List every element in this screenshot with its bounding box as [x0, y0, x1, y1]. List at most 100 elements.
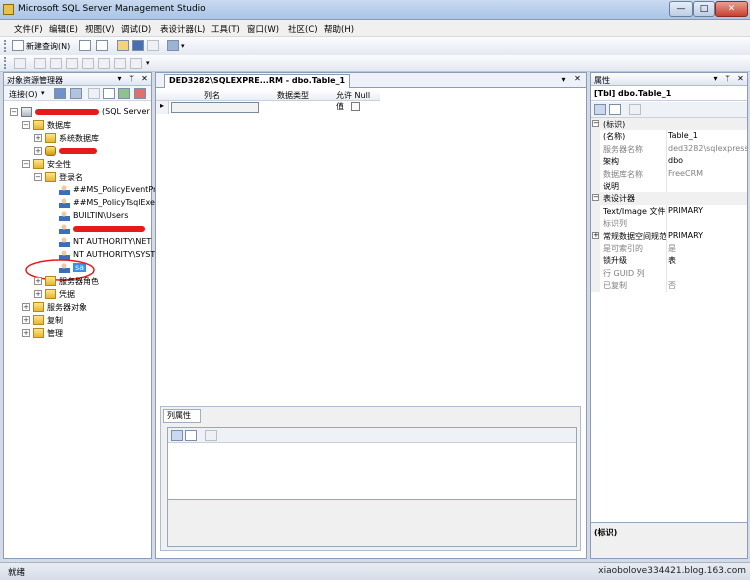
check-constraints-icon[interactable] — [114, 58, 126, 69]
property-row[interactable]: 数据库名称 FreeCRM — [591, 167, 747, 180]
expand-icon[interactable]: + — [22, 329, 30, 337]
row-selector[interactable]: ▸ — [156, 101, 169, 114]
property-category[interactable]: − 表设计器 — [591, 192, 747, 205]
column-properties-description — [168, 499, 576, 546]
property-row[interactable]: (名称) Table_1 — [591, 130, 747, 143]
expand-icon[interactable]: + — [22, 303, 30, 311]
alphabetical-icon[interactable] — [185, 430, 197, 441]
set-primary-key-icon[interactable] — [34, 58, 46, 69]
open-folder-icon[interactable] — [117, 40, 129, 51]
database-engine-query-icon[interactable] — [79, 40, 91, 51]
new-file-icon[interactable] — [96, 40, 108, 51]
menu-edit[interactable]: 编辑(E) — [49, 23, 78, 35]
property-category[interactable]: − (标识) — [591, 118, 747, 131]
toolbar-grip[interactable] — [4, 40, 7, 52]
property-row[interactable]: Text/Image 文件组PRIMARY — [591, 204, 747, 218]
expand-icon[interactable]: + — [34, 277, 42, 285]
property-separator — [666, 254, 667, 267]
xml-index-icon[interactable] — [98, 58, 110, 69]
property-name: 架构 — [603, 157, 619, 167]
property-pages-icon[interactable] — [629, 104, 641, 115]
tree-server-roles-label: 服务器角色 — [59, 277, 99, 286]
connect-button[interactable]: 连接(O) — [9, 89, 38, 100]
toolbar-overflow-icon[interactable]: ▾ — [181, 42, 185, 50]
tree-login-item-redacted[interactable] — [48, 223, 148, 236]
close-icon[interactable]: ✕ — [140, 74, 149, 83]
close-icon[interactable]: ✕ — [736, 74, 745, 83]
stop-icon[interactable] — [88, 88, 100, 99]
column-name-cell[interactable] — [171, 102, 259, 113]
indexes-icon[interactable] — [66, 58, 78, 69]
alphabetical-icon[interactable] — [609, 104, 621, 115]
expand-icon[interactable]: + — [34, 147, 42, 155]
property-row[interactable]: 锁升级 表 — [591, 254, 747, 267]
property-row[interactable]: 说明 — [591, 180, 747, 193]
menu-file[interactable]: 文件(F) — [14, 23, 43, 35]
menu-table-designer[interactable]: 表设计器(L) — [160, 23, 205, 35]
save-all-icon[interactable] — [147, 40, 159, 51]
expand-icon[interactable]: + — [34, 134, 42, 142]
allow-null-checkbox[interactable] — [351, 102, 360, 111]
document-tab[interactable]: DED3282\SQLEXPRE...RM - dbo.Table_1 — [164, 74, 351, 88]
menu-window[interactable]: 窗口(W) — [247, 23, 279, 35]
minimize-button[interactable]: — — [669, 1, 693, 17]
toolbar-overflow-icon[interactable]: ▾ — [146, 59, 150, 67]
tab-list-dropdown-icon[interactable]: ▾ — [559, 75, 568, 84]
collapse-icon[interactable]: − — [10, 108, 18, 116]
property-row[interactable]: 标识列 — [591, 217, 747, 230]
tree-user-database-node[interactable]: + — [34, 145, 114, 158]
panel-dropdown-icon[interactable]: ▾ — [711, 74, 720, 83]
maximize-button[interactable]: □ — [693, 1, 715, 17]
categorized-icon[interactable] — [171, 430, 183, 441]
collapse-icon[interactable]: − — [592, 120, 599, 127]
property-row[interactable]: 已复制 否 — [591, 279, 747, 292]
login-user-icon — [59, 224, 70, 234]
property-row[interactable]: 行 GUID 列 — [591, 266, 747, 280]
collapse-icon[interactable]: − — [592, 194, 599, 202]
generate-script-icon[interactable] — [14, 58, 26, 69]
panel-dropdown-icon[interactable]: ▾ — [115, 74, 124, 83]
expand-icon[interactable]: + — [34, 290, 42, 298]
expand-icon[interactable]: + — [592, 231, 599, 239]
redacted-server-name — [35, 109, 99, 115]
spatial-index-icon[interactable] — [130, 58, 142, 69]
save-icon[interactable] — [132, 40, 144, 51]
collapse-icon[interactable]: − — [34, 173, 42, 181]
refresh-icon[interactable] — [118, 88, 130, 99]
menu-community[interactable]: 社区(C) — [288, 23, 318, 35]
activity-monitor-icon[interactable] — [167, 40, 179, 51]
connect-dropdown-icon[interactable]: ▾ — [41, 89, 45, 97]
property-name: 是可索引的 — [603, 244, 643, 253]
property-pages-icon[interactable] — [205, 430, 217, 441]
disconnect-icon[interactable] — [70, 88, 82, 99]
pin-icon[interactable]: ᛘ — [127, 74, 136, 83]
new-query-button[interactable]: 新建查询(N) — [26, 41, 70, 52]
document-tab-bar: DED3282\SQLEXPRE...RM - dbo.Table_1 ▾ ✕ — [156, 73, 586, 88]
menu-tools[interactable]: 工具(T) — [211, 23, 240, 35]
property-row[interactable]: 服务器名称 ded3282\sqlexpress — [591, 142, 747, 156]
relationships-icon[interactable] — [50, 58, 62, 69]
connect-object-icon[interactable] — [54, 88, 66, 99]
menu-help[interactable]: 帮助(H) — [324, 23, 354, 35]
close-document-icon[interactable]: ✕ — [573, 74, 582, 83]
menu-debug[interactable]: 调试(D) — [121, 23, 151, 35]
properties-object-selector[interactable]: [Tbl] dbo.Table_1 — [591, 87, 747, 101]
fulltext-index-icon[interactable] — [82, 58, 94, 69]
summary-icon[interactable] — [134, 88, 146, 99]
expand-icon[interactable]: + — [22, 316, 30, 324]
filter-icon[interactable] — [103, 88, 115, 99]
column-properties-tab[interactable]: 列属性 — [163, 409, 201, 423]
menu-view[interactable]: 视图(V) — [85, 23, 114, 35]
close-button[interactable]: ✕ — [715, 1, 748, 17]
collapse-icon[interactable]: − — [22, 121, 30, 129]
categorized-icon[interactable] — [594, 104, 606, 115]
toolbar-grip[interactable] — [4, 57, 7, 69]
property-row[interactable]: 架构 dbo — [591, 155, 747, 168]
property-separator — [666, 217, 667, 230]
property-row[interactable]: 是可索引的 是 — [591, 242, 747, 255]
tree-server-node[interactable]: − (SQL Server — [10, 106, 152, 119]
folder-icon — [33, 159, 44, 169]
pin-icon[interactable]: ᛘ — [723, 74, 732, 83]
property-row[interactable]: + 常规数据空间规范 PRIMARY — [591, 229, 747, 242]
collapse-icon[interactable]: − — [22, 160, 30, 168]
